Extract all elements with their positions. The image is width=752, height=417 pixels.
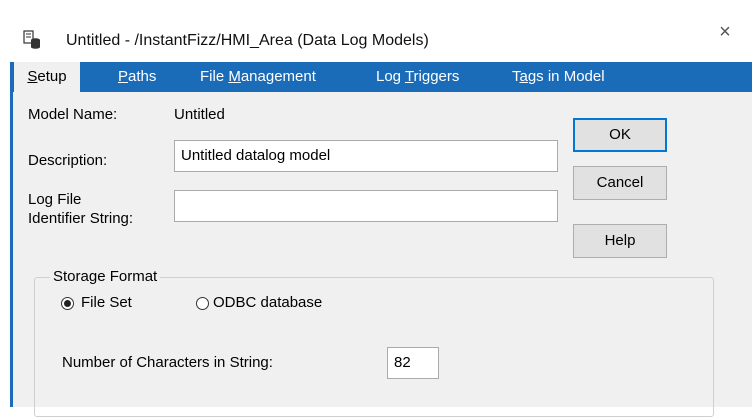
tab-tags-in-model-label: gs in Model: [527, 68, 605, 85]
log-file-label-line1: Log File: [28, 191, 82, 208]
tab-tags-in-model[interactable]: Tags in Model: [512, 62, 605, 92]
cancel-button[interactable]: Cancel: [573, 166, 667, 200]
radio-file-set-indicator: [61, 297, 74, 310]
num-chars-input[interactable]: 82: [387, 347, 439, 379]
ok-button[interactable]: OK: [573, 118, 667, 152]
tab-bar: Setup Paths File Management Log Triggers…: [10, 62, 752, 94]
tab-log-triggers-pre: Log: [376, 68, 405, 85]
tab-paths-mnemonic: P: [118, 68, 129, 85]
tab-file-management-label: anagement: [240, 68, 316, 85]
radio-odbc-indicator: [196, 297, 209, 310]
close-button[interactable]: ×: [710, 18, 740, 46]
description-label: Description:: [28, 152, 108, 169]
tab-paths[interactable]: Paths: [118, 62, 156, 92]
title-bar: Untitled - /InstantFizz/HMI_Area (Data L…: [0, 0, 752, 62]
tab-paths-label: aths: [128, 68, 157, 85]
tab-setup-label: etup: [37, 68, 67, 85]
model-name-label: Model Name:: [28, 106, 118, 123]
tab-log-triggers[interactable]: Log Triggers: [376, 62, 459, 92]
help-button[interactable]: Help: [573, 224, 667, 258]
tab-setup-mnemonic: S: [27, 68, 38, 85]
tab-log-triggers-mnemonic: T: [404, 68, 414, 85]
log-file-identifier-input[interactable]: [174, 190, 558, 222]
tab-tags-in-model-mnemonic: a: [519, 68, 528, 85]
radio-selected-dot: [64, 300, 71, 307]
tab-file-management-mnemonic: M: [228, 68, 241, 85]
radio-file-set-label: File Set: [81, 294, 132, 311]
tab-log-triggers-label: riggers: [413, 68, 460, 85]
storage-format-group: [34, 277, 714, 417]
log-file-label-line2: Identifier String:: [28, 210, 134, 227]
datalog-app-icon: [23, 30, 40, 49]
tab-file-management[interactable]: File Management: [200, 62, 316, 92]
window-title: Untitled - /InstantFizz/HMI_Area (Data L…: [66, 32, 429, 49]
tab-tags-in-model-pre: T: [512, 68, 520, 85]
model-name-value: Untitled: [174, 106, 225, 123]
tab-setup[interactable]: Setup: [14, 62, 80, 94]
storage-format-title: Storage Format: [50, 268, 161, 285]
description-input[interactable]: Untitled datalog model: [174, 140, 558, 172]
num-chars-label: Number of Characters in String:: [62, 354, 273, 371]
close-icon: ×: [719, 21, 731, 43]
radio-odbc-label: ODBC database: [213, 294, 323, 311]
tab-file-management-pre: File: [200, 68, 229, 85]
